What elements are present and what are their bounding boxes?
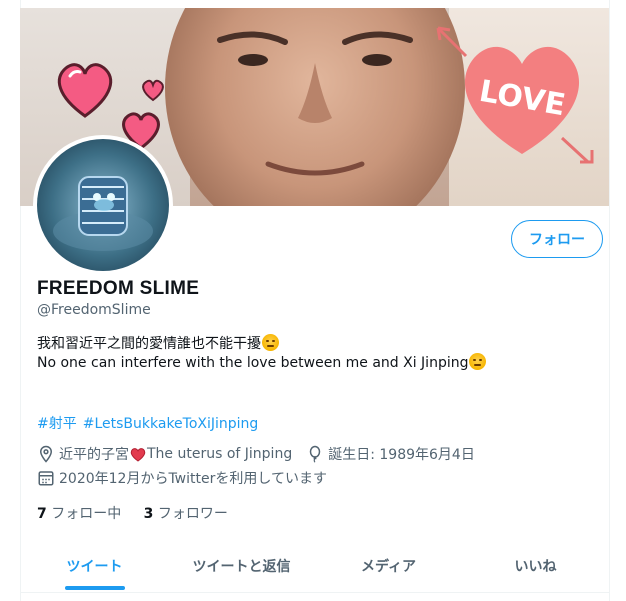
tab-media[interactable]: メディア: [315, 540, 462, 592]
avatar[interactable]: [33, 135, 173, 275]
hashtag-link[interactable]: #LetsBukkakeToXiJinping: [83, 416, 259, 432]
calendar-icon: [38, 471, 54, 486]
active-tab-indicator: [64, 586, 125, 590]
following-count: 7: [37, 506, 47, 522]
birthday-text: 誕生日: 1989年6月4日: [328, 447, 475, 463]
arrow-decoration-icon: [436, 26, 468, 58]
tab-label: ツイートと返信: [192, 559, 291, 575]
angry-face-emoji-icon: [262, 334, 279, 351]
bio-line-chinese: 我和習近平之間的愛情誰也不能干擾: [37, 333, 279, 353]
bio-text-english: No one can interfere with the love betwe…: [37, 355, 469, 371]
followers-count: 3: [143, 506, 154, 522]
joined-text: 2020年12月からTwitterを利用しています: [59, 471, 327, 487]
tab-label: メディア: [360, 559, 417, 575]
bio-text-chinese: 我和習近平之間的愛情誰也不能干擾: [37, 336, 261, 352]
angry-face-emoji-icon: [469, 353, 487, 370]
follow-button[interactable]: フォロー: [511, 220, 603, 258]
hashtag-link[interactable]: #射平: [37, 416, 77, 432]
avatar-image: [37, 139, 169, 271]
profile-meta-row: 近平的子宮 The uterus of Jinping 誕生日: 1989年6月4…: [37, 444, 489, 464]
red-heart-emoji-icon: [130, 447, 146, 462]
bio-hashtags: #射平 #LetsBukkakeToXiJinping: [37, 413, 264, 433]
display-name: FREEDOM SLIME: [37, 278, 200, 299]
joined-item: 2020年12月からTwitterを利用しています: [37, 468, 327, 488]
tab-likes[interactable]: いいね: [462, 540, 609, 592]
page-margin-right: [610, 0, 626, 601]
page-margin-left: [0, 0, 20, 601]
bio-line-english: No one can interfere with the love betwe…: [37, 353, 487, 371]
tiny-heart-icon: [142, 79, 164, 102]
following-label: フォロー中: [51, 506, 122, 522]
tabs-divider: [21, 592, 609, 593]
heart-icon: [57, 63, 113, 118]
follow-stats: 7 フォロー中 3 フォロワー: [37, 503, 246, 523]
profile-meta-row: 2020年12月からTwitterを利用しています: [37, 468, 341, 488]
location-pin-icon: [39, 445, 53, 463]
followers-label: フォロワー: [157, 506, 228, 522]
tab-tweets[interactable]: ツイート: [21, 540, 168, 592]
balloon-icon: [309, 445, 321, 463]
location-item: 近平的子宮 The uterus of Jinping: [37, 444, 292, 464]
banner-face-photo: [165, 8, 465, 206]
tab-tweets-and-replies[interactable]: ツイートと返信: [168, 540, 315, 592]
followers-link[interactable]: 3 フォロワー: [144, 506, 228, 522]
tab-label: いいね: [514, 559, 557, 575]
profile-tabs: ツイート ツイートと返信 メディア いいね: [21, 540, 609, 592]
arrow-tail-icon: [560, 136, 594, 164]
location-text-chinese: 近平的子宮: [59, 447, 129, 463]
user-handle: @FreedomSlime: [37, 302, 151, 318]
tab-label: ツイート: [66, 559, 123, 575]
following-link[interactable]: 7 フォロー中: [37, 506, 121, 522]
location-text-english: The uterus of Jinping: [147, 446, 293, 462]
birthday-item: 誕生日: 1989年6月4日: [306, 444, 475, 464]
